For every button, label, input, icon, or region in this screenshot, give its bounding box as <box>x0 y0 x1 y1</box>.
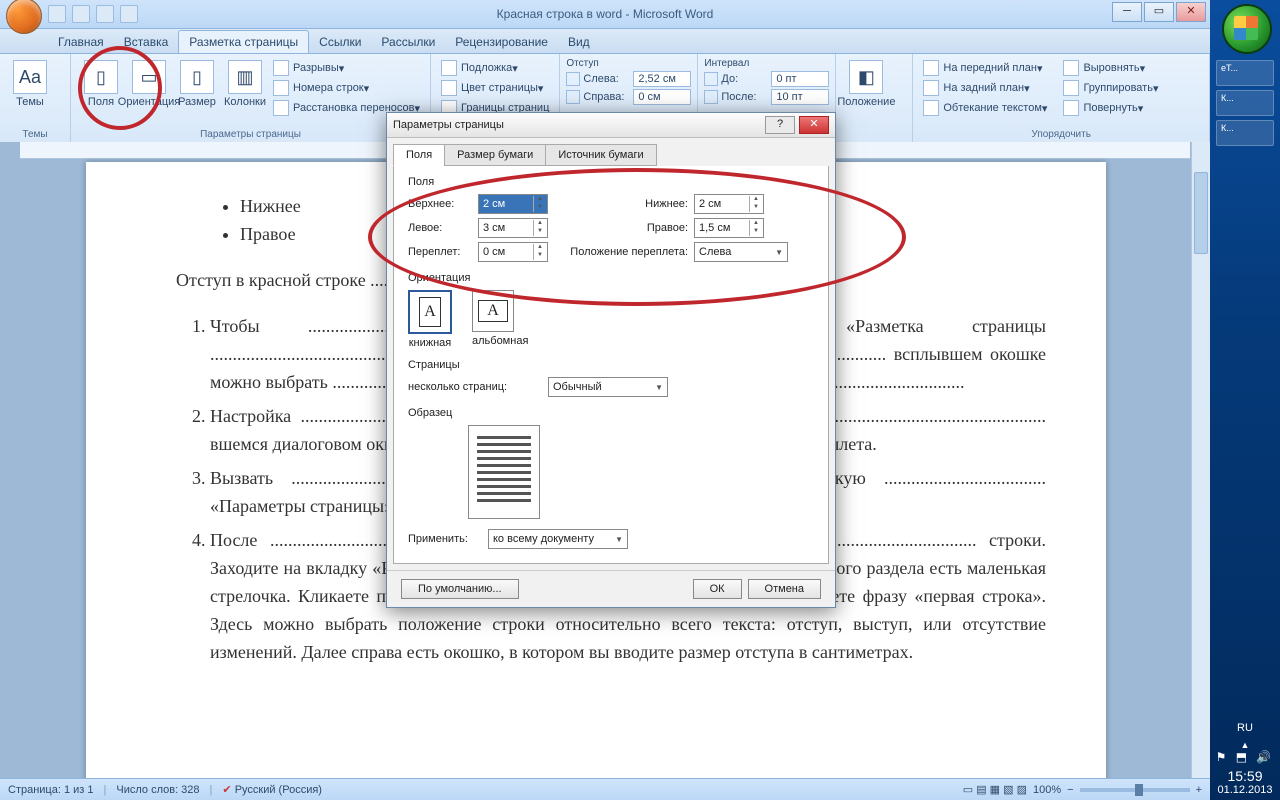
minimize-button[interactable]: ─ <box>1112 2 1142 22</box>
zoom-value[interactable]: 100% <box>1033 784 1061 796</box>
gutter-position-select[interactable]: Слева▼ <box>694 242 788 262</box>
group-themes-label: Темы <box>6 127 64 142</box>
indent-left-input[interactable]: 2,52 см <box>633 71 691 87</box>
tab-home[interactable]: Главная <box>48 31 114 53</box>
preview-icon <box>468 425 540 519</box>
text-wrap-button[interactable]: Обтекание текстом ▾ <box>919 98 1051 118</box>
orientation-button[interactable]: ▭Ориентация <box>125 56 173 118</box>
task-3[interactable]: К... <box>1216 120 1274 146</box>
tray-date[interactable]: 01.12.2013 <box>1210 784 1280 796</box>
task-2[interactable]: К... <box>1216 90 1274 116</box>
ribbon-tabs: Главная Вставка Разметка страницы Ссылки… <box>0 29 1210 54</box>
orientation-portrait[interactable]: Aкнижная <box>408 290 452 349</box>
gutter-input[interactable]: 0 см▲▼ <box>478 242 548 262</box>
dialog-tab-paper[interactable]: Размер бумаги <box>444 144 546 166</box>
send-back-button[interactable]: На задний план ▾ <box>919 78 1051 98</box>
status-bar: Страница: 1 из 1| Число слов: 328| ✔ Рус… <box>0 778 1210 800</box>
zoom-slider[interactable] <box>1080 788 1190 792</box>
tray-time[interactable]: 15:59 <box>1210 768 1280 784</box>
tab-mailings[interactable]: Рассылки <box>371 31 445 53</box>
tray-icons[interactable]: ⚑ ⬒ 🔊 <box>1210 750 1280 764</box>
orientation-landscape[interactable]: Aальбомная <box>472 290 528 349</box>
line-numbers-button[interactable]: Номера строк ▾ <box>269 78 424 98</box>
cancel-button[interactable]: Отмена <box>748 579 821 599</box>
spacing-after-input[interactable]: 10 пт <box>771 89 829 105</box>
taskbar: еТ... К... К... RU ▲ ⚑ ⬒ 🔊 15:59 01.12.2… <box>1210 0 1280 800</box>
close-button[interactable]: ✕ <box>1176 2 1206 22</box>
columns-button[interactable]: ▥Колонки <box>221 56 269 118</box>
position-button[interactable]: ◧Положение <box>842 56 890 108</box>
tab-review[interactable]: Рецензирование <box>445 31 558 53</box>
themes-button[interactable]: AaТемы <box>6 56 54 108</box>
dialog-tab-source[interactable]: Источник бумаги <box>545 144 656 166</box>
maximize-button[interactable]: ▭ <box>1144 2 1174 22</box>
tab-insert[interactable]: Вставка <box>114 31 179 53</box>
margin-right-input[interactable]: 1,5 см▲▼ <box>694 218 764 238</box>
task-1[interactable]: еТ... <box>1216 60 1274 86</box>
tab-references[interactable]: Ссылки <box>309 31 371 53</box>
watermark-button[interactable]: Подложка ▾ <box>437 58 553 78</box>
tab-page-layout[interactable]: Разметка страницы <box>178 30 309 53</box>
dialog-title: Параметры страницы <box>393 119 761 131</box>
default-button[interactable]: По умолчанию... <box>401 579 519 599</box>
vertical-scrollbar[interactable] <box>1191 142 1210 778</box>
breaks-button[interactable]: Разрывы ▾ <box>269 58 424 78</box>
tray-lang[interactable]: RU <box>1210 722 1280 734</box>
size-button[interactable]: ▯Размер <box>173 56 221 118</box>
indent-right-input[interactable]: 0 см <box>633 89 691 105</box>
start-button[interactable] <box>1222 4 1272 54</box>
spacing-title: Интервал <box>704 58 829 69</box>
view-buttons[interactable]: ▭ ▤ ▦ ▧ ▨ <box>963 783 1027 796</box>
margins-button[interactable]: ▯Поля <box>77 56 125 118</box>
quick-access-toolbar[interactable] <box>48 5 138 23</box>
office-orb[interactable] <box>6 0 42 34</box>
ok-button[interactable]: ОК <box>693 579 742 599</box>
status-lang[interactable]: Русский (Россия) <box>235 784 322 796</box>
page-setup-dialog: Параметры страницы ? ✕ Поля Размер бумаг… <box>386 112 836 608</box>
apply-to-select[interactable]: ко всему документу▼ <box>488 529 628 549</box>
tab-view[interactable]: Вид <box>558 31 600 53</box>
window-title: Красная строка в word - Microsoft Word <box>497 7 714 21</box>
bring-front-button[interactable]: На передний план ▾ <box>919 58 1051 78</box>
status-page[interactable]: Страница: 1 из 1 <box>8 784 94 796</box>
align-button[interactable]: Выровнять ▾ <box>1059 58 1162 78</box>
rotate-button[interactable]: Повернуть ▾ <box>1059 98 1162 118</box>
spacing-before-input[interactable]: 0 пт <box>771 71 829 87</box>
group-pagesetup-label: Параметры страницы <box>77 127 424 142</box>
group-arrange-label: Упорядочить <box>919 127 1203 142</box>
group-button[interactable]: Группировать ▾ <box>1059 78 1162 98</box>
indent-title: Отступ <box>566 58 691 69</box>
margin-bottom-input[interactable]: 2 см▲▼ <box>694 194 764 214</box>
titlebar: Красная строка в word - Microsoft Word ─… <box>0 0 1210 29</box>
status-words[interactable]: Число слов: 328 <box>116 784 199 796</box>
multi-pages-select[interactable]: Обычный▼ <box>548 377 668 397</box>
margin-top-input[interactable]: 2 см▲▼ <box>478 194 548 214</box>
dialog-close-button[interactable]: ✕ <box>799 116 829 134</box>
margin-left-input[interactable]: 3 см▲▼ <box>478 218 548 238</box>
dialog-tab-margins[interactable]: Поля <box>393 144 445 166</box>
dialog-help-button[interactable]: ? <box>765 116 795 134</box>
page-color-button[interactable]: Цвет страницы ▾ <box>437 78 553 98</box>
